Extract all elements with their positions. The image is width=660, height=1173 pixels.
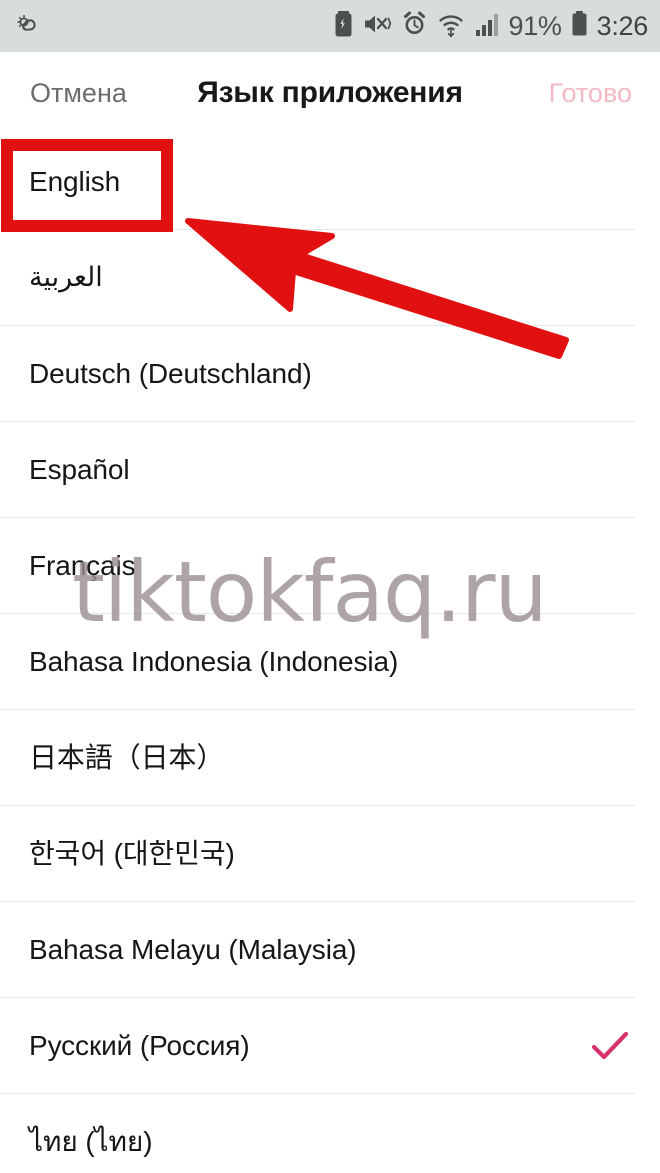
language-label: 日本語（日本） xyxy=(29,741,225,773)
battery-percent-label: 91% xyxy=(508,10,562,41)
weather-sun-cloud-icon xyxy=(14,10,44,43)
phone-screenshot: 91% 3:26 Отмена Язык приложения Готово E… xyxy=(0,0,660,1173)
alarm-clock-icon xyxy=(401,10,428,43)
language-row[interactable]: Русский (Россия) xyxy=(0,998,660,1094)
language-list: English العربية Deutsch (Deutschland) Españ… xyxy=(0,134,660,1173)
language-label: Bahasa Indonesia (Indonesia) xyxy=(29,645,399,677)
language-row[interactable]: 한국어 (대한민국) xyxy=(0,806,660,902)
language-label: ไทย (ไทย) xyxy=(29,1125,153,1157)
language-label: English xyxy=(29,165,121,197)
language-label: Русский (Россия) xyxy=(29,1029,250,1061)
done-button[interactable]: Готово xyxy=(549,78,632,109)
language-row[interactable]: Bahasa Indonesia (Indonesia) xyxy=(0,614,660,710)
language-row[interactable]: العربية xyxy=(0,230,660,326)
language-row[interactable]: English xyxy=(0,134,660,230)
language-row[interactable]: ไทย (ไทย) xyxy=(0,1094,660,1173)
language-row[interactable]: 日本語（日本） xyxy=(0,710,660,806)
wifi-icon xyxy=(437,10,465,43)
mute-vibrate-icon xyxy=(362,10,392,43)
cancel-button[interactable]: Отмена xyxy=(30,78,127,109)
language-row[interactable]: Español xyxy=(0,422,660,518)
language-label: Français xyxy=(29,549,136,581)
cellular-signal-icon xyxy=(474,10,500,43)
page-header: Отмена Язык приложения Готово xyxy=(0,52,660,134)
language-label: العربية xyxy=(29,262,103,293)
status-bar-left xyxy=(14,10,44,43)
language-row[interactable]: Deutsch (Deutschland) xyxy=(0,326,660,422)
battery-icon xyxy=(571,10,588,43)
language-row[interactable]: Français xyxy=(0,518,660,614)
language-label: Bahasa Melayu (Malaysia) xyxy=(29,933,357,965)
clock-label: 3:26 xyxy=(596,10,649,41)
language-label: Español xyxy=(29,453,130,485)
battery-saver-icon xyxy=(334,10,353,43)
check-icon xyxy=(588,1024,632,1068)
language-row[interactable]: Bahasa Melayu (Malaysia) xyxy=(0,902,660,998)
status-bar: 91% 3:26 xyxy=(0,0,660,52)
language-label: Deutsch (Deutschland) xyxy=(29,357,312,389)
status-bar-right: 91% 3:26 xyxy=(334,10,649,43)
language-label: 한국어 (대한민국) xyxy=(29,837,235,869)
